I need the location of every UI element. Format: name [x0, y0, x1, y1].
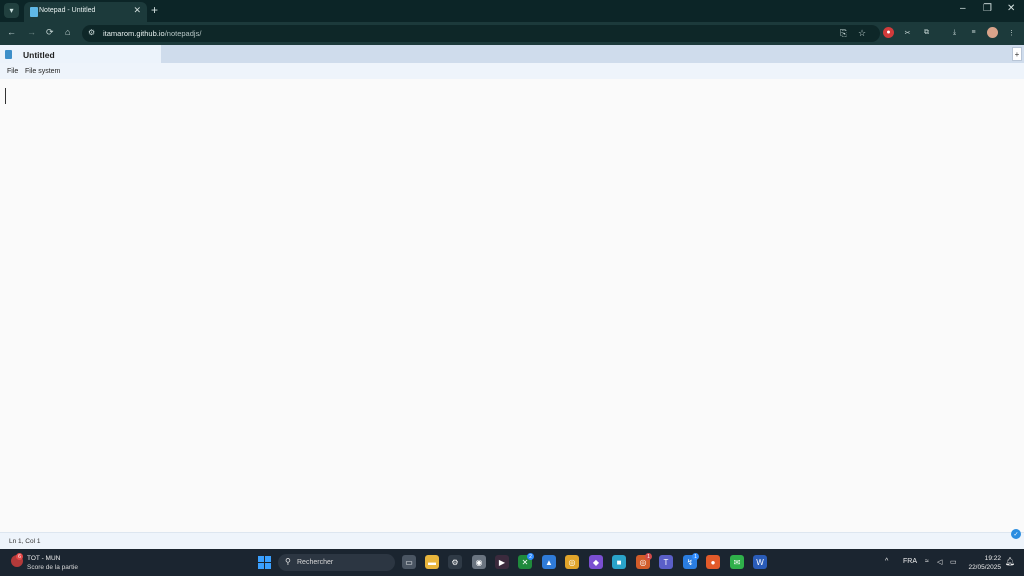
install-app-icon[interactable]: ⎘	[840, 28, 847, 39]
notepad-favicon-icon	[30, 7, 38, 17]
taskbar-clock[interactable]: 19:22 22/05/2025	[968, 554, 1001, 572]
minimize-button[interactable]: –	[960, 3, 966, 14]
search-placeholder: Rechercher	[297, 559, 334, 566]
browser-toolbar: ← → ⟳ ⌂ ⚙ itamarom.github.io/notepadjs/ …	[0, 22, 1024, 45]
text-editor[interactable]	[0, 79, 1024, 532]
browser-menu-icon[interactable]: ⋮	[1006, 27, 1017, 38]
tab-title: Notepad - Untitled	[39, 7, 96, 14]
text-caret	[5, 88, 6, 104]
back-icon[interactable]: ←	[7, 27, 16, 37]
url-path: /notepadjs/	[164, 29, 202, 38]
extension-shield-icon[interactable]: ●	[883, 27, 894, 38]
status-bar: Ln 1, Col 1 ✓	[0, 529, 1024, 549]
volume-icon[interactable]: ◁	[937, 558, 942, 566]
browser-tab[interactable]: Notepad - Untitled ✕	[24, 2, 147, 22]
battery-icon[interactable]: ▭	[950, 558, 957, 566]
profile-avatar[interactable]	[987, 27, 998, 38]
menu-file-system[interactable]: File system	[25, 68, 60, 75]
tab-close-icon[interactable]: ✕	[133, 5, 141, 16]
reload-icon[interactable]: ⟳	[46, 27, 54, 38]
photos-icon[interactable]: ▲	[542, 555, 556, 569]
word-icon[interactable]: W	[753, 555, 767, 569]
taskbar-search[interactable]: ⚲ Rechercher	[278, 554, 395, 571]
notepad-app: Untitled + File File system Ln 1, Col 1 …	[0, 45, 1024, 549]
notepad-app-icon	[5, 50, 12, 59]
home-icon[interactable]: ⌂	[65, 27, 70, 37]
notification-bell-icon[interactable]: 🔔︎	[1005, 557, 1015, 566]
language-indicator[interactable]: FRA	[903, 558, 917, 565]
windows-taskbar: 6 TOT - MUN Score de la partie ⚲ Recherc…	[0, 549, 1024, 576]
forward-icon[interactable]: →	[27, 27, 36, 37]
score-widget-badge: 6	[16, 553, 23, 560]
reading-list-icon[interactable]: ≡	[968, 27, 979, 38]
tab-search-button[interactable]: ▾	[4, 3, 19, 18]
media-player-icon[interactable]: ▶	[495, 555, 509, 569]
tray-overflow-icon[interactable]: ^	[885, 558, 888, 565]
task-view-icon[interactable]: ▭	[402, 555, 416, 569]
chrome-badge: 1	[645, 553, 652, 560]
menu-bar: File File system	[0, 63, 1024, 79]
site-settings-icon[interactable]: ⚙	[88, 28, 95, 37]
disk-app-icon[interactable]: ◉	[472, 555, 486, 569]
address-bar[interactable]: ⚙ itamarom.github.io/notepadjs/ ⎘ ☆	[82, 25, 880, 42]
gaming-icon[interactable]: ◆	[589, 555, 603, 569]
clock-date: 22/05/2025	[968, 564, 1001, 571]
wechat-icon[interactable]: ✉	[730, 555, 744, 569]
restore-button[interactable]: ❐	[983, 3, 992, 14]
app-window-icon[interactable]: ■	[612, 555, 626, 569]
file-explorer-icon[interactable]: ▬	[425, 555, 439, 569]
cursor-position: Ln 1, Col 1	[9, 538, 41, 545]
clock-time: 19:22	[984, 555, 1001, 562]
close-window-button[interactable]: ✕	[1007, 3, 1015, 14]
downloads-icon[interactable]: ⤓	[949, 27, 960, 38]
assistant-check-icon[interactable]: ✓	[1011, 529, 1021, 539]
extension-puzzle-alt-icon[interactable]: ✂	[902, 27, 913, 38]
xbox-badge: 2	[527, 553, 534, 560]
messenger-badge: 1	[692, 553, 699, 560]
windows-start-icon[interactable]	[258, 556, 271, 569]
menu-file[interactable]: File	[7, 68, 18, 75]
teams-icon[interactable]: T	[659, 555, 673, 569]
add-tab-button[interactable]: +	[1012, 47, 1022, 61]
url-text: itamarom.github.io/notepadjs/	[103, 29, 201, 38]
new-tab-button[interactable]: +	[151, 3, 158, 17]
settings-gear-icon[interactable]: ⚙	[448, 555, 462, 569]
wifi-icon[interactable]: ≈	[925, 558, 929, 565]
search-icon: ⚲	[285, 557, 291, 566]
firefox-icon[interactable]: ●	[706, 555, 720, 569]
url-host: itamarom.github.io	[103, 29, 165, 38]
extensions-puzzle-icon[interactable]: ⧉	[921, 27, 932, 38]
document-title[interactable]: Untitled	[23, 50, 55, 60]
tab-strip: ▾ Notepad - Untitled ✕ + – ❐ ✕	[0, 0, 1024, 22]
widget-title[interactable]: TOT - MUN	[27, 555, 60, 562]
widget-subtitle[interactable]: Score de la partie	[27, 564, 78, 571]
chrome-icon[interactable]: ◎	[565, 555, 579, 569]
bookmark-star-icon[interactable]: ☆	[858, 28, 866, 39]
